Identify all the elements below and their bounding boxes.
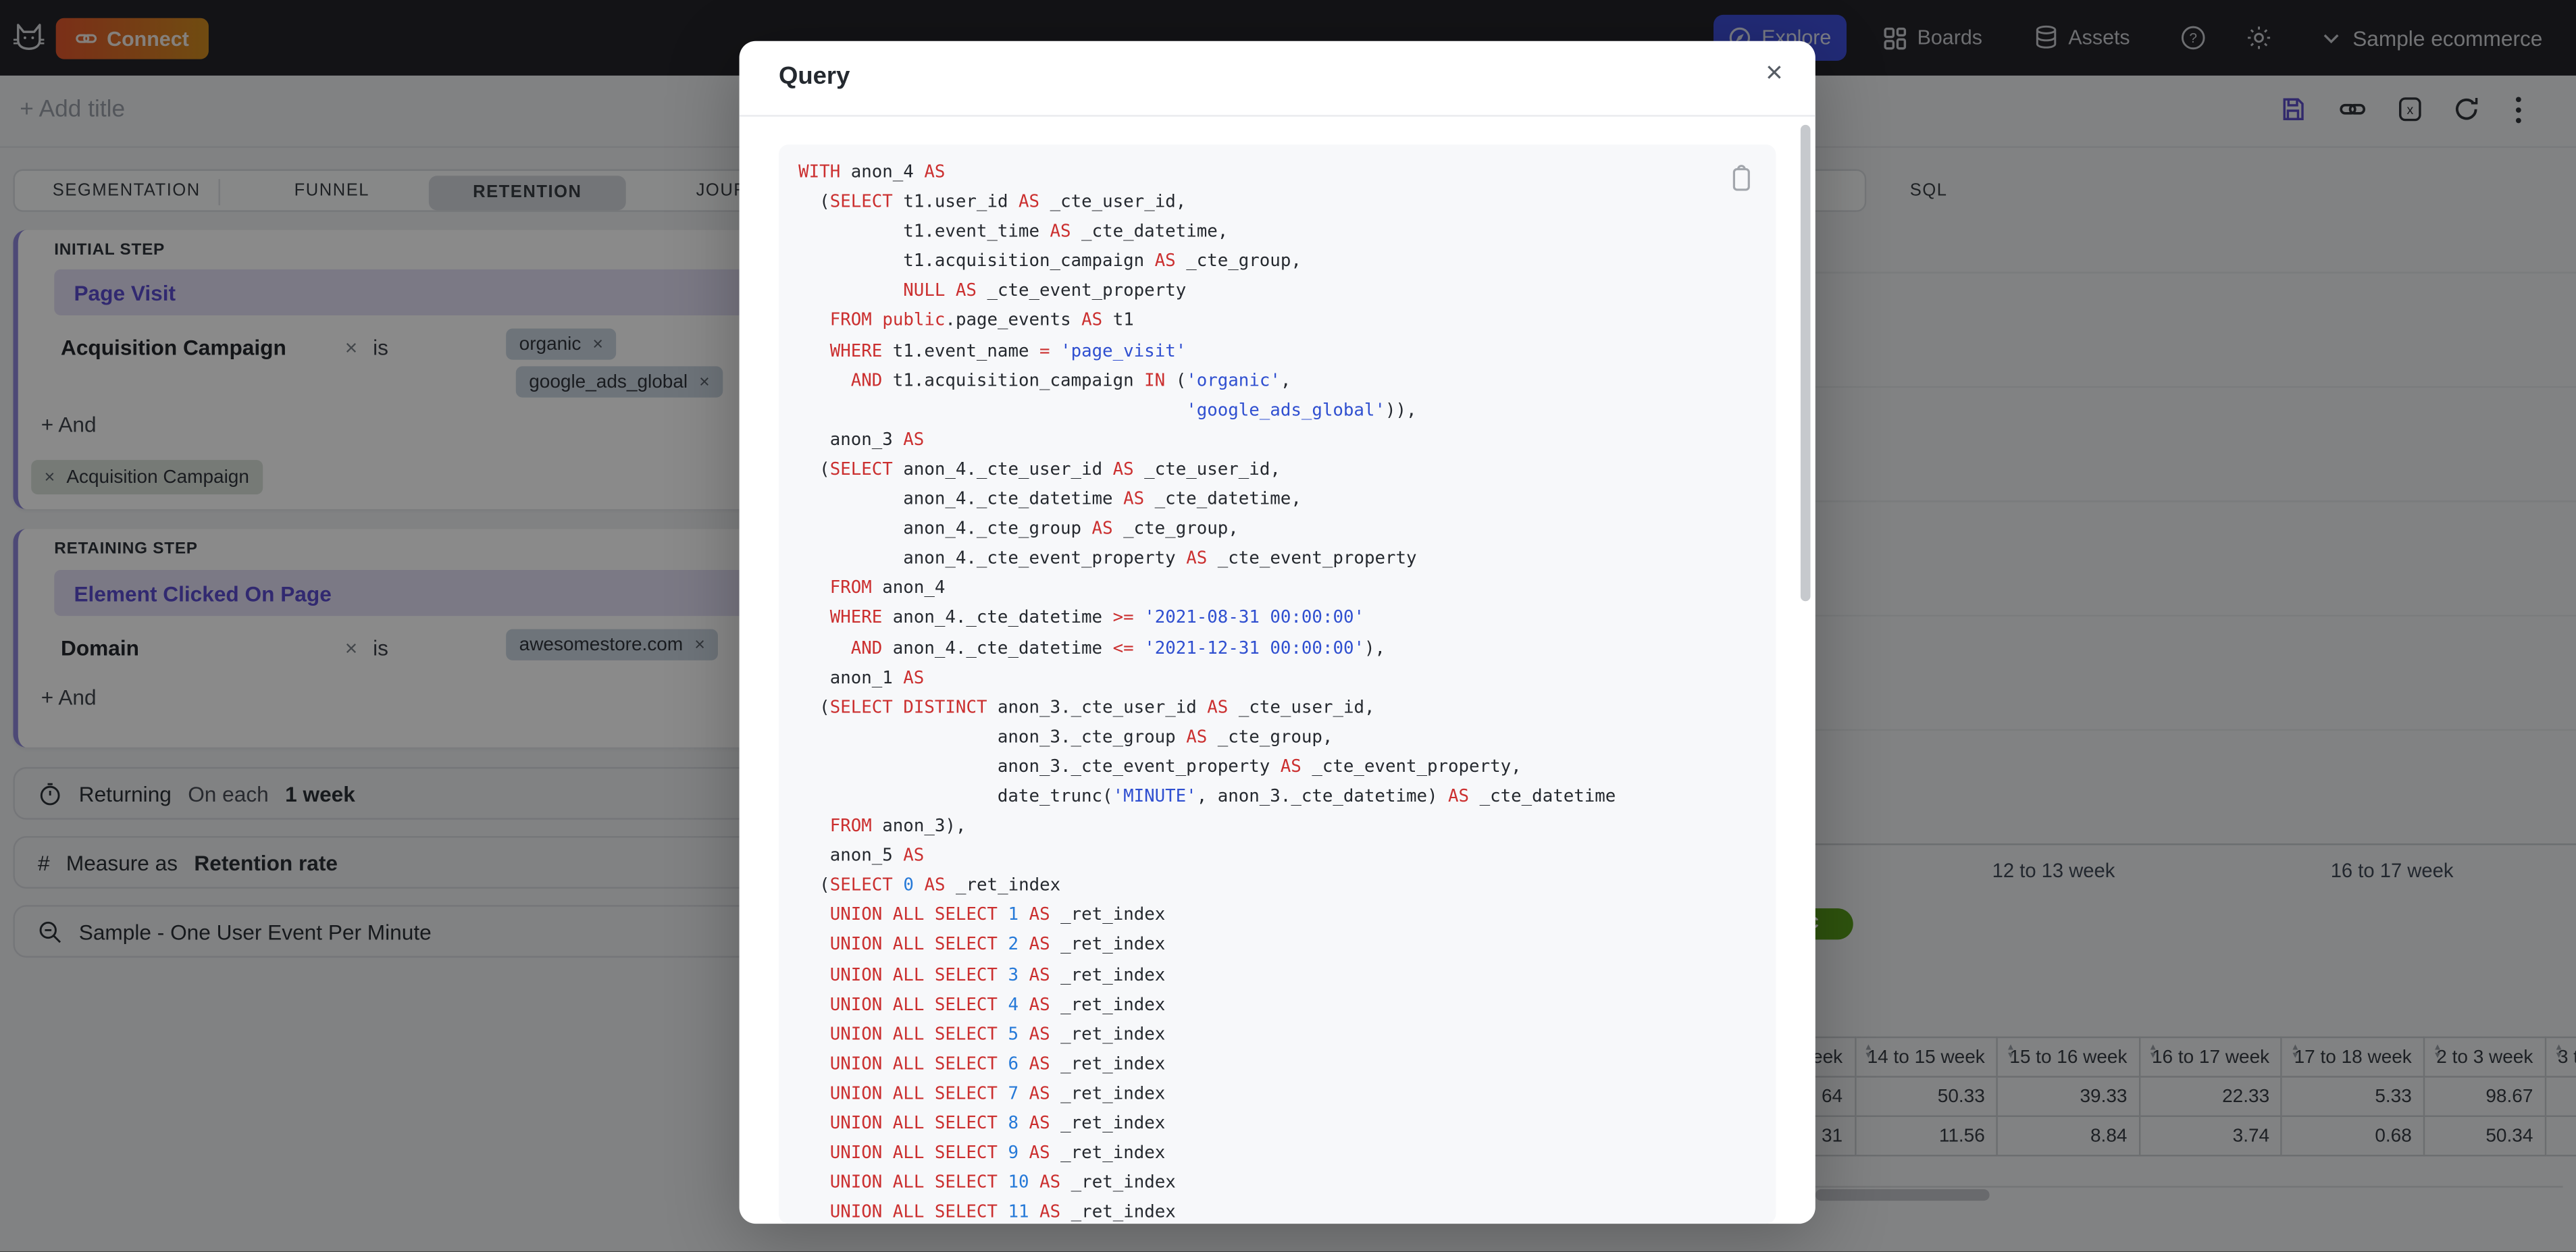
sql-code-block: WITH anon_4 AS (SELECT t1.user_id AS _ct…	[778, 145, 1776, 1224]
copy-code-icon[interactable]	[1730, 164, 1753, 192]
sql-code: WITH anon_4 AS (SELECT t1.user_id AS _ct…	[798, 162, 1616, 1223]
modal-header-divider	[739, 115, 1815, 117]
app-root: Connect Explore Boards Assets ? Sample e…	[0, 0, 2576, 1252]
query-modal: Query × WITH anon_4 AS (SELECT t1.user_i…	[739, 41, 1815, 1224]
modal-scrollbar[interactable]	[1800, 124, 1811, 602]
modal-close-icon[interactable]: ×	[1756, 54, 1793, 90]
modal-title: Query	[778, 62, 850, 90]
